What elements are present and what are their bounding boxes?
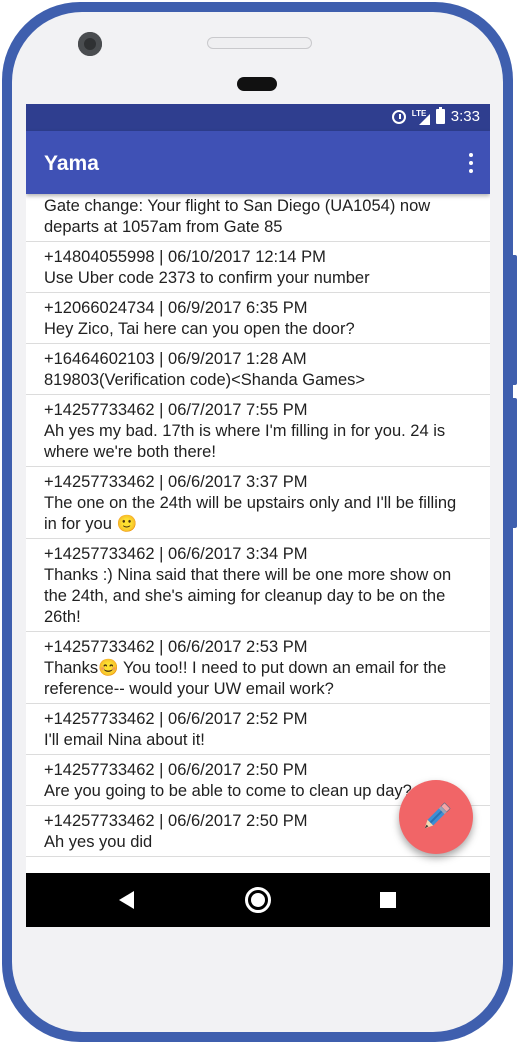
message-header: +16464602103 | 06/9/2017 1:28 AM <box>44 350 307 368</box>
status-time: 3:33 <box>450 108 480 125</box>
back-icon[interactable] <box>119 891 134 909</box>
message-item[interactable]: +14804055998 | 06/10/2017 12:14 PM Use U… <box>26 242 490 293</box>
pencil-icon <box>424 802 451 829</box>
message-body: 819803(Verification code)<Shanda Games> <box>44 371 366 389</box>
navigation-bar <box>26 873 490 927</box>
alarm-icon <box>391 109 406 124</box>
message-header: +14257733462 | 06/6/2017 3:37 PM <box>44 473 308 491</box>
front-camera <box>78 32 102 56</box>
app-title: Yama <box>44 152 99 175</box>
message-body: Thanks😊 You too!! I need to put down an … <box>44 659 447 698</box>
lte-signal-icon: LTE <box>412 109 430 125</box>
message-body: Ah yes my bad. 17th is where I'm filling… <box>44 422 446 461</box>
message-body: Gate change: Your flight to San Diego (U… <box>44 197 431 236</box>
earpiece <box>237 77 277 91</box>
battery-icon <box>435 107 445 124</box>
message-item[interactable]: +16464602103 | 06/9/2017 1:28 AM 819803(… <box>26 344 490 395</box>
home-icon[interactable] <box>245 887 271 913</box>
app-bar: Yama <box>26 131 490 194</box>
message-header: +12066024734 | 06/9/2017 6:35 PM <box>44 299 308 317</box>
message-header: +14257733462 | 06/6/2017 2:50 PM <box>44 761 308 779</box>
recents-icon[interactable] <box>380 892 396 908</box>
more-vert-icon[interactable] <box>468 153 474 173</box>
message-body: Thanks :) Nina said that there will be o… <box>44 566 452 626</box>
message-header: +14257733462 | 06/6/2017 2:52 PM <box>44 710 308 728</box>
volume-button <box>510 398 517 528</box>
power-button <box>510 255 517 385</box>
message-body: I'll email Nina about it! <box>44 731 205 749</box>
message-item[interactable]: +14257733462 | 06/7/2017 7:55 PM Ah yes … <box>26 395 490 467</box>
message-item[interactable]: +14257733462 | 06/6/2017 3:34 PM Thanks … <box>26 539 490 632</box>
message-item[interactable]: +14257733462 | 06/6/2017 2:53 PM Thanks😊… <box>26 632 490 704</box>
status-icons: LTE 3:33 <box>391 107 480 125</box>
message-body: The one on the 24th will be upstairs onl… <box>44 494 457 533</box>
message-body: Use Uber code 2373 to confirm your numbe… <box>44 269 370 287</box>
message-list[interactable]: Gate change: Your flight to San Diego (U… <box>26 194 490 857</box>
speaker-grille <box>207 37 312 49</box>
message-item[interactable]: +14257733462 | 06/6/2017 2:52 PM I'll em… <box>26 704 490 755</box>
screen: LTE 3:33 Yama Gate change: Your flight t… <box>26 104 490 927</box>
message-header: +14257733462 | 06/6/2017 3:34 PM <box>44 545 308 563</box>
status-bar: LTE 3:33 <box>26 104 490 131</box>
message-header: +14804055998 | 06/10/2017 12:14 PM <box>44 248 326 266</box>
message-body: Hey Zico, Tai here can you open the door… <box>44 320 355 338</box>
message-header: +14257733462 | 06/6/2017 2:53 PM <box>44 638 308 656</box>
message-item[interactable]: +12066024734 | 06/9/2017 6:35 PM Hey Zic… <box>26 293 490 344</box>
message-item[interactable]: +14257733462 | 06/6/2017 3:37 PM The one… <box>26 467 490 539</box>
message-header: +14257733462 | 06/7/2017 7:55 PM <box>44 401 308 419</box>
compose-button[interactable] <box>399 780 473 854</box>
message-item[interactable]: Gate change: Your flight to San Diego (U… <box>26 194 490 242</box>
